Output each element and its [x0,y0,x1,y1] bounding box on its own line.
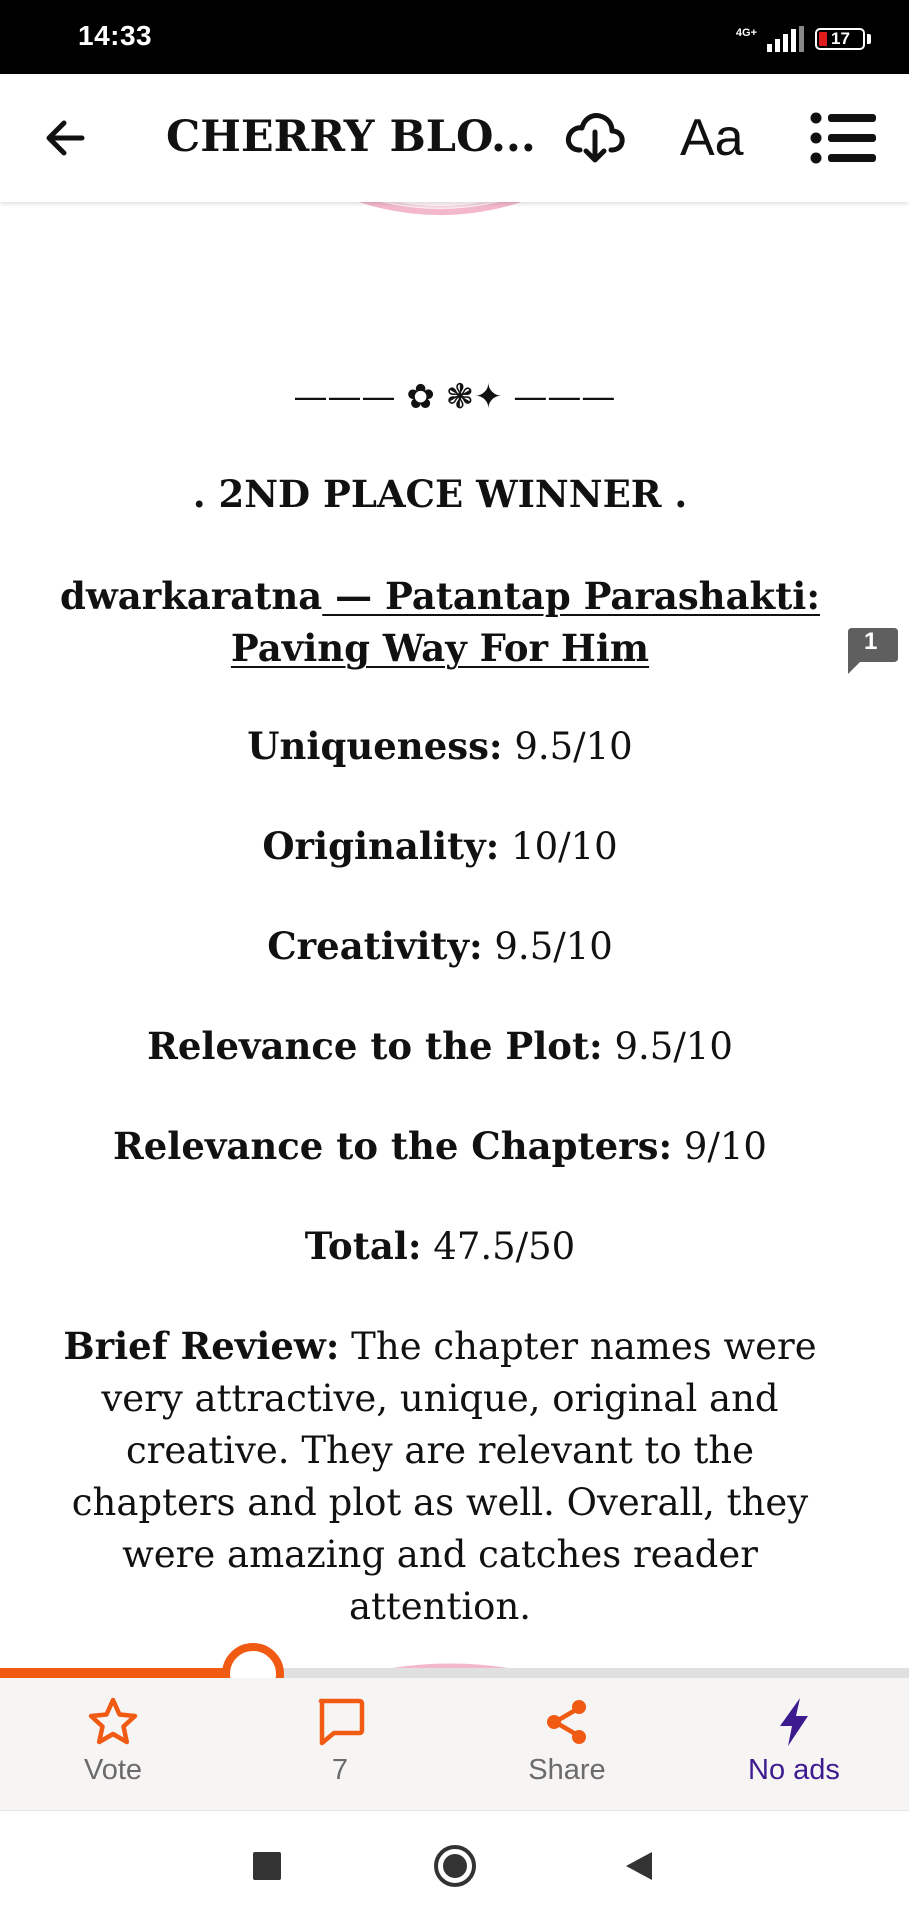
score-value: 9.5/10 [482,925,613,968]
download-button[interactable] [562,104,628,170]
story-action-bar: Vote 7 Share No ads [0,1678,909,1811]
network-type-label: 4G+ [735,26,757,39]
comment-icon [318,1698,365,1746]
status-bar: 14:33 4G+ 17 [0,0,909,74]
battery-icon: 17 [815,28,865,50]
reading-screen: 14:33 4G+ 17 CHERRY BLO... Aa ——— ✿ ❃✦ —… [0,0,909,1920]
chapter-content[interactable]: OPHELIA'S ——— ✿ ❃✦ ——— . 2ND PLACE WINNE… [0,202,909,1668]
score-label: Creativity: [267,924,483,968]
inline-comment-count: 1 [864,628,878,655]
score-row: Relevance to the Plot: 9.5/10 [60,1020,820,1073]
square-icon [253,1852,281,1880]
score-label: Relevance to the Plot: [147,1024,603,1068]
home-button[interactable] [432,1843,478,1893]
score-label: Relevance to the Chapters: [113,1124,673,1168]
back-nav-button[interactable] [624,1851,654,1885]
share-label: Share [528,1754,606,1786]
star-icon [88,1697,138,1745]
battery-level-fill [819,32,827,46]
signal-icon [767,26,804,52]
reading-progress-bar[interactable] [0,1643,909,1705]
recent-apps-button[interactable] [252,1851,282,1885]
triangle-back-icon [626,1852,652,1880]
download-cloud-icon [565,113,625,163]
brief-review: Brief Review: The chapter names were ver… [50,1320,830,1633]
comments-count: 7 [331,1754,349,1786]
inline-comment-button[interactable]: 1 [842,626,900,678]
home-circle-icon [434,1845,476,1887]
no-ads-button[interactable]: No ads [714,1696,874,1787]
entry-author: dwarkaratna [60,574,323,618]
story-title: CHERRY BLO... [166,112,536,162]
list-icon [810,112,876,164]
arrow-left-icon [46,120,85,156]
decorative-ornament-bottom [391,1663,509,1668]
decorative-divider: ——— ✿ ❃✦ ——— [293,377,616,417]
battery-tip [867,34,871,44]
score-row: Creativity: 9.5/10 [60,920,820,973]
score-value: 47.5/50 [421,1225,576,1268]
score-row: Originality: 10/10 [60,820,820,873]
back-button[interactable] [38,110,94,166]
score-total-row: Total: 47.5/50 [60,1220,820,1273]
vote-label: Vote [83,1754,143,1786]
score-label: Originality: [262,824,500,868]
system-navigation-bar [0,1811,909,1920]
share-icon [547,1700,586,1744]
table-of-contents-button[interactable] [810,112,878,164]
status-time: 14:33 [78,20,153,51]
vote-button[interactable]: Vote [33,1696,193,1787]
score-row: Relevance to the Chapters: 9/10 [60,1120,820,1173]
status-icons: 4G+ 17 [736,24,871,54]
score-value: 9/10 [672,1125,767,1168]
score-row: Uniqueness: 9.5/10 [60,720,820,773]
score-value: 9.5/10 [602,1025,733,1068]
score-label: Uniqueness: [247,724,503,768]
reading-progress-fill [0,1668,245,1678]
entry-title: dwarkaratna — Patantap Parashakti: Pavin… [60,570,820,674]
share-button[interactable]: Share [487,1696,647,1787]
battery-percent: 17 [831,29,850,48]
award-heading: . 2ND PLACE WINNER . [192,472,688,516]
review-text: The chapter names were very attractive, … [71,1325,817,1628]
score-label: Total: [304,1224,422,1268]
score-value: 9.5/10 [502,725,633,768]
no-ads-label: No ads [748,1754,840,1786]
review-label: Brief Review: [63,1324,340,1368]
text-size-button[interactable]: Aa [680,108,744,168]
decorative-ornament-top: OPHELIA'S [358,202,522,215]
app-bar: CHERRY BLO... Aa [0,74,909,202]
lightning-bolt-icon [780,1698,808,1746]
comments-button[interactable]: 7 [260,1696,420,1787]
score-value: 10/10 [499,825,618,868]
